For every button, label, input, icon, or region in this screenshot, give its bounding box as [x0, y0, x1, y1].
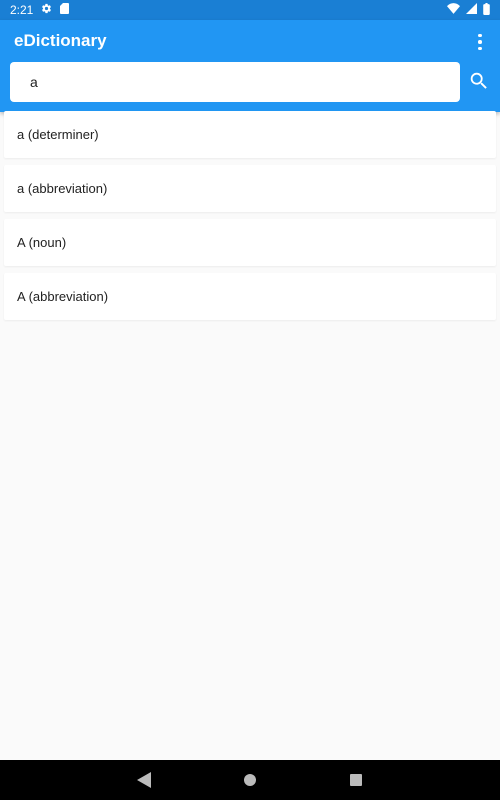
gear-icon — [41, 3, 52, 17]
wifi-icon — [447, 3, 460, 17]
recents-icon[interactable] — [350, 774, 362, 786]
result-item[interactable]: a (abbreviation) — [4, 165, 496, 212]
battery-icon — [483, 2, 490, 18]
status-right — [447, 2, 490, 18]
result-label: a (determiner) — [17, 127, 99, 142]
app-bar: eDictionary — [0, 20, 500, 112]
menu-dot — [478, 33, 482, 38]
app-title: eDictionary — [14, 31, 107, 50]
back-icon[interactable] — [137, 772, 151, 788]
result-item[interactable]: a (determiner) — [4, 111, 496, 158]
result-item[interactable]: A (abbreviation) — [4, 273, 496, 320]
results-list: a (determiner) a (abbreviation) A (noun)… — [4, 111, 496, 327]
result-label: A (noun) — [17, 235, 67, 250]
status-left: 2:21 — [10, 3, 70, 17]
sim-card-icon — [60, 3, 70, 17]
status-bar: 2:21 — [0, 0, 500, 20]
signal-icon — [466, 3, 477, 17]
result-label: A (abbreviation) — [17, 289, 109, 304]
search-icon[interactable] — [468, 70, 490, 92]
result-label: a (abbreviation) — [17, 181, 108, 196]
menu-dot — [478, 40, 482, 44]
search-input[interactable] — [10, 62, 460, 102]
more-vert-icon[interactable] — [470, 32, 490, 52]
menu-dot — [478, 46, 482, 51]
nav-bar — [0, 760, 500, 800]
home-icon[interactable] — [244, 774, 256, 786]
status-time: 2:21 — [10, 3, 34, 17]
result-item[interactable]: A (noun) — [4, 219, 496, 266]
